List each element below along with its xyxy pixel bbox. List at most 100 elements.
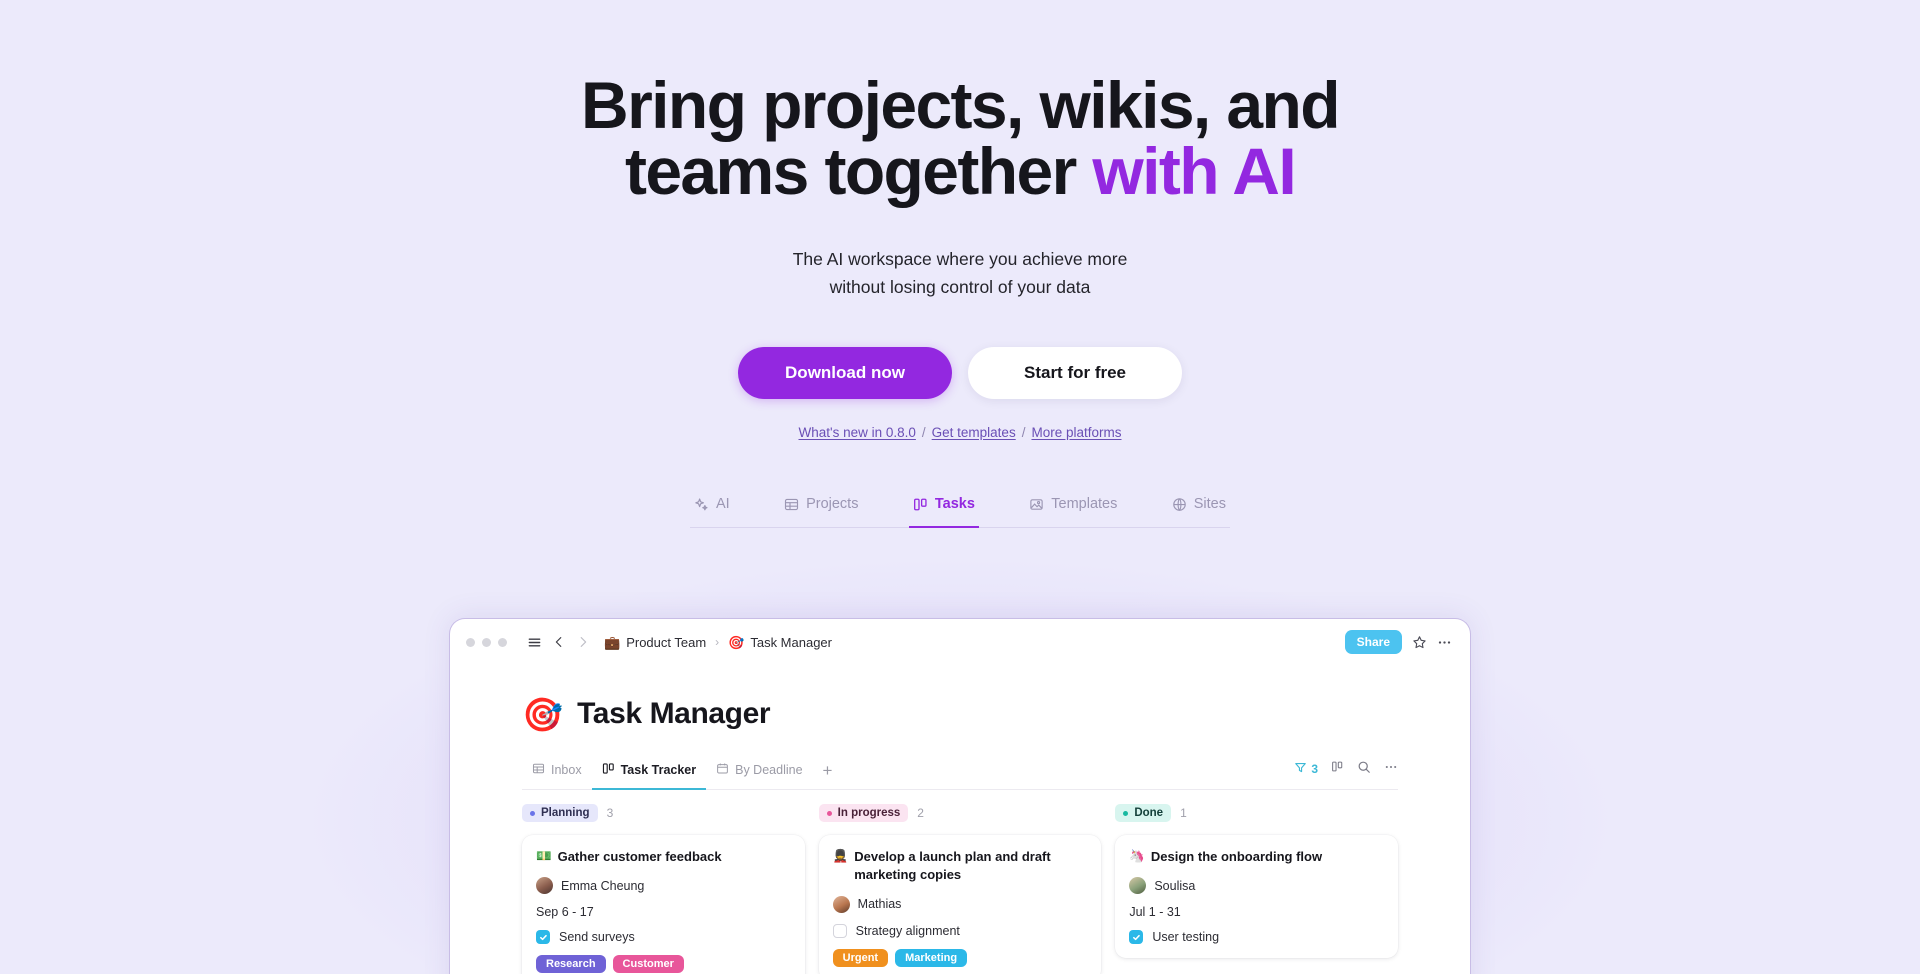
hamburger-menu-icon[interactable] bbox=[527, 635, 542, 650]
tag-marketing[interactable]: Marketing bbox=[895, 948, 968, 967]
checkbox-checked-icon[interactable] bbox=[1129, 930, 1144, 945]
search-icon[interactable] bbox=[1357, 760, 1371, 779]
globe-icon bbox=[1172, 497, 1187, 512]
view-tab-task-tracker-label: Task Tracker bbox=[620, 763, 697, 777]
view-tab-task-tracker[interactable]: Task Tracker bbox=[591, 757, 707, 790]
view-tab-inbox[interactable]: Inbox bbox=[522, 757, 592, 790]
product-tabs: AI Projects Tasks Templates Sites bbox=[690, 490, 1230, 529]
sparkle-icon bbox=[694, 497, 709, 512]
subtask-label: Strategy alignment bbox=[855, 923, 960, 938]
task-date: Jul 1 - 31 bbox=[1129, 905, 1181, 920]
breadcrumb-separator: › bbox=[715, 635, 720, 649]
task-assignee: Soulisa bbox=[1129, 877, 1384, 895]
start-for-free-button[interactable]: Start for free bbox=[968, 347, 1182, 400]
avatar bbox=[1129, 877, 1147, 895]
group-by-icon[interactable] bbox=[1331, 760, 1344, 778]
view-bar-actions: 3 bbox=[1294, 760, 1398, 787]
briefcase-icon: 💼 bbox=[604, 634, 621, 650]
hero-subtitle: The AI workspace where you achieve more … bbox=[0, 246, 1920, 301]
status-badge[interactable]: In progress bbox=[818, 804, 909, 822]
forward-chevron-icon[interactable] bbox=[576, 635, 590, 649]
status-badge[interactable]: Planning bbox=[522, 804, 598, 822]
dart-icon: 🎯 bbox=[522, 695, 564, 733]
back-chevron-icon[interactable] bbox=[552, 635, 566, 649]
tab-tasks[interactable]: Tasks bbox=[908, 490, 979, 529]
status-badge[interactable]: Done bbox=[1115, 804, 1172, 822]
status-bullet-icon bbox=[530, 810, 535, 816]
document-title: 🎯 Task Manager bbox=[522, 697, 1398, 731]
task-card-title-text: Design the onboarding flow bbox=[1150, 849, 1323, 864]
maximize-dot-icon[interactable] bbox=[498, 637, 507, 647]
money-icon: 💵 bbox=[536, 849, 552, 863]
close-dot-icon[interactable] bbox=[466, 637, 475, 647]
link-more-platforms[interactable]: More platforms bbox=[1031, 425, 1121, 440]
task-card-title-text: Gather customer feedback bbox=[557, 849, 722, 864]
more-options-icon[interactable] bbox=[1384, 760, 1398, 779]
subtitle-line-2: without losing control of your data bbox=[829, 276, 1091, 297]
table-icon bbox=[532, 762, 545, 778]
calendar-icon bbox=[716, 762, 729, 778]
breadcrumb-item-task-manager[interactable]: Task Manager bbox=[750, 635, 832, 650]
task-subtask[interactable]: Send surveys bbox=[536, 930, 791, 945]
status-bullet-icon bbox=[826, 810, 832, 816]
column-header: In progress 2 bbox=[818, 804, 1102, 822]
checkbox-checked-icon[interactable] bbox=[536, 930, 550, 945]
filter-button[interactable]: 3 bbox=[1294, 761, 1318, 777]
tag-research[interactable]: Research bbox=[536, 955, 606, 974]
more-options-icon[interactable] bbox=[1437, 635, 1452, 650]
kanban-board: Planning 3 💵 Gather customer feedback Em… bbox=[522, 804, 1398, 974]
minimize-dot-icon[interactable] bbox=[482, 637, 491, 647]
tag-customer[interactable]: Customer bbox=[612, 955, 684, 974]
headline-accent: with AI bbox=[1092, 134, 1296, 208]
task-card[interactable]: 💂 Develop a launch plan and draft market… bbox=[818, 835, 1102, 974]
task-card-title: 💵 Gather customer feedback bbox=[536, 848, 791, 866]
task-card-title: 💂 Develop a launch plan and draft market… bbox=[833, 848, 1088, 885]
filter-count: 3 bbox=[1311, 762, 1318, 776]
tag-urgent[interactable]: Urgent bbox=[832, 948, 889, 967]
avatar bbox=[536, 877, 553, 895]
tab-ai[interactable]: AI bbox=[690, 490, 734, 528]
task-subtask[interactable]: Strategy alignment bbox=[832, 923, 1088, 938]
column-count: 1 bbox=[1180, 806, 1187, 820]
hero-links: What's new in 0.8.0 / Get templates / Mo… bbox=[0, 425, 1920, 440]
dart-icon: 🎯 bbox=[728, 634, 745, 650]
task-subtask[interactable]: User testing bbox=[1129, 930, 1384, 945]
kanban-column-in-progress: In progress 2 💂 Develop a launch plan an… bbox=[818, 804, 1102, 974]
tab-sites[interactable]: Sites bbox=[1168, 490, 1230, 528]
tab-templates[interactable]: Templates bbox=[1025, 490, 1121, 528]
download-now-button[interactable]: Download now bbox=[738, 347, 952, 400]
board-icon bbox=[913, 497, 928, 512]
link-whats-new[interactable]: What's new in 0.8.0 bbox=[799, 425, 916, 440]
subtask-label: Send surveys bbox=[559, 930, 635, 945]
assignee-name: Soulisa bbox=[1154, 878, 1196, 893]
task-tags: Urgent Marketing bbox=[832, 948, 1088, 967]
tab-tasks-label: Tasks bbox=[934, 496, 975, 513]
avatar bbox=[832, 895, 850, 913]
add-view-button[interactable]: + bbox=[813, 762, 843, 785]
tab-projects-label: Projects bbox=[806, 496, 859, 513]
star-icon[interactable] bbox=[1412, 635, 1427, 650]
share-button[interactable]: Share bbox=[1344, 630, 1402, 654]
checkbox-unchecked-icon[interactable] bbox=[832, 923, 847, 938]
filter-icon bbox=[1294, 761, 1307, 777]
task-date: Sep 6 - 17 bbox=[536, 905, 594, 920]
tab-ai-label: AI bbox=[716, 496, 730, 513]
breadcrumb: 💼 Product Team › 🎯 Task Manager bbox=[604, 635, 832, 650]
subtitle-line-1: The AI workspace where you achieve more bbox=[792, 249, 1128, 269]
status-label: Planning bbox=[541, 807, 590, 819]
view-tab-by-deadline[interactable]: By Deadline bbox=[706, 757, 812, 790]
kanban-column-done: Done 1 🦄 Design the onboarding flow Soul… bbox=[1115, 804, 1398, 974]
breadcrumb-item-product-team[interactable]: Product Team bbox=[626, 635, 706, 650]
document-title-text: Task Manager bbox=[577, 697, 771, 730]
tab-projects[interactable]: Projects bbox=[780, 490, 862, 528]
column-count: 3 bbox=[606, 806, 614, 820]
task-tags: Research Customer bbox=[536, 955, 791, 974]
task-card[interactable]: 🦄 Design the onboarding flow Soulisa Jul… bbox=[1115, 835, 1398, 959]
link-get-templates[interactable]: Get templates bbox=[932, 425, 1016, 440]
column-count: 2 bbox=[917, 806, 924, 820]
column-header: Planning 3 bbox=[522, 804, 805, 822]
status-label: In progress bbox=[837, 807, 901, 819]
board-icon bbox=[602, 762, 615, 778]
task-card[interactable]: 💵 Gather customer feedback Emma Cheung S… bbox=[522, 835, 805, 974]
tab-sites-label: Sites bbox=[1193, 496, 1226, 513]
